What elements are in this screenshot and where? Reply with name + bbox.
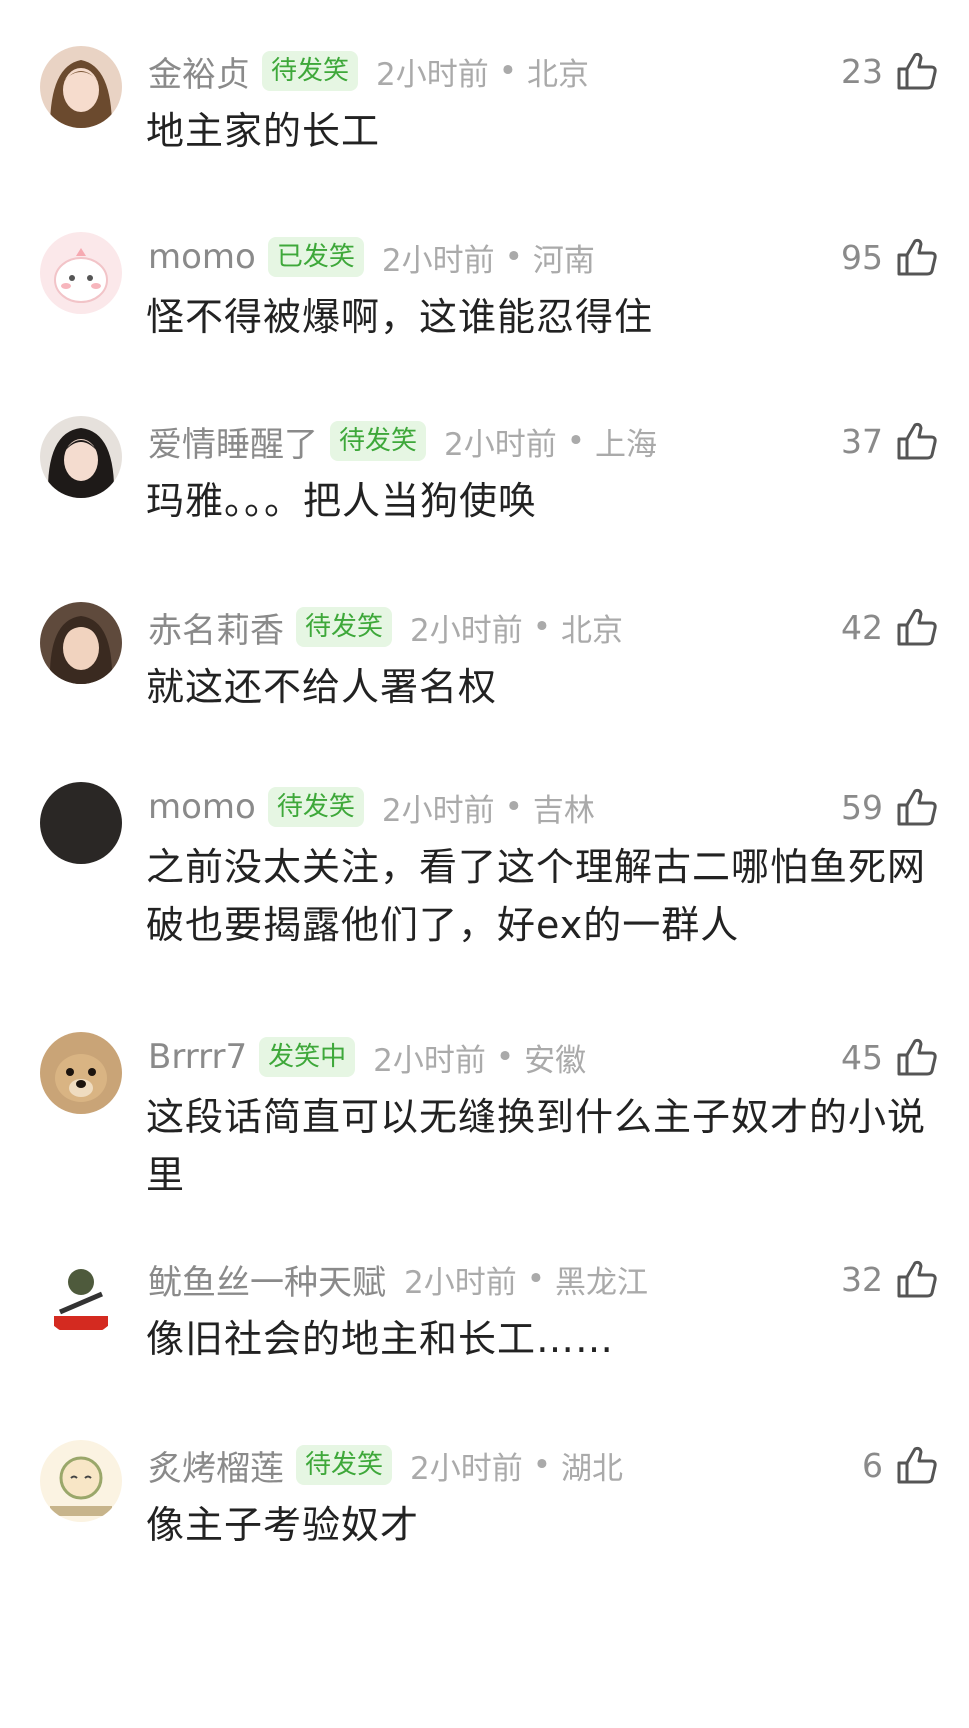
timestamp: 2小时前 bbox=[404, 1264, 517, 1301]
timestamp: 2小时前 bbox=[410, 612, 523, 649]
location: 河南 bbox=[532, 242, 595, 279]
thumbs-up-icon[interactable] bbox=[893, 1442, 939, 1488]
thumbs-up-icon[interactable] bbox=[893, 604, 939, 650]
timestamp: 2小时前 bbox=[381, 792, 495, 829]
username[interactable]: 爱情睡醒了 bbox=[148, 417, 318, 466]
username[interactable]: 赤名莉香 bbox=[148, 603, 284, 652]
separator-dot: • bbox=[504, 239, 523, 275]
like-count: 37 bbox=[841, 421, 883, 461]
like-count: 32 bbox=[841, 1259, 883, 1299]
separator-dot: • bbox=[504, 789, 523, 825]
thumbs-up-icon[interactable] bbox=[893, 1256, 939, 1302]
separator-dot: • bbox=[532, 609, 552, 645]
location: 黑龙江 bbox=[555, 1264, 649, 1301]
separator-dot: • bbox=[495, 1039, 515, 1075]
like-count: 95 bbox=[841, 237, 883, 277]
like-button[interactable]: 42 bbox=[841, 602, 939, 652]
timestamp: 2小时前 bbox=[410, 1450, 523, 1487]
avatar[interactable] bbox=[40, 232, 122, 314]
like-button[interactable]: 37 bbox=[841, 416, 939, 466]
like-count: 59 bbox=[841, 787, 883, 827]
like-button[interactable]: 45 bbox=[841, 1032, 939, 1082]
avatar[interactable] bbox=[40, 1254, 122, 1336]
location: 上海 bbox=[595, 426, 658, 463]
avatar[interactable] bbox=[40, 416, 122, 498]
avatar[interactable] bbox=[40, 1032, 122, 1114]
username[interactable]: Brrrr7 bbox=[148, 1037, 247, 1077]
timestamp: 2小时前 bbox=[376, 56, 489, 93]
comment-text: 地主家的长工 bbox=[146, 109, 381, 153]
status-badge: 待发笑 bbox=[267, 787, 364, 827]
username[interactable]: 金裕贞 bbox=[148, 47, 250, 96]
like-count: 23 bbox=[841, 51, 883, 91]
status-badge: 待发笑 bbox=[296, 1445, 393, 1485]
location: 湖北 bbox=[561, 1450, 624, 1487]
avatar[interactable] bbox=[40, 1440, 122, 1522]
like-button[interactable]: 59 bbox=[841, 782, 939, 832]
location: 吉林 bbox=[532, 792, 595, 829]
comment-text: 怪不得被爆啊，这谁能忍得住 bbox=[146, 295, 654, 339]
like-count: 42 bbox=[841, 607, 883, 647]
status-badge: 待发笑 bbox=[296, 607, 393, 647]
comment-text: 玛雅。。。把人当狗使唤 bbox=[146, 479, 538, 523]
location: 北京 bbox=[527, 56, 590, 93]
separator-dot: • bbox=[532, 1447, 552, 1483]
status-badge: 待发笑 bbox=[262, 51, 359, 91]
thumbs-up-icon[interactable] bbox=[893, 418, 939, 464]
timestamp: 2小时前 bbox=[373, 1042, 486, 1079]
location: 北京 bbox=[561, 612, 624, 649]
status-badge: 发笑中 bbox=[259, 1037, 356, 1077]
comment-text: 像旧社会的地主和长工…… bbox=[146, 1317, 615, 1361]
username[interactable]: momo bbox=[148, 237, 256, 277]
thumbs-up-icon[interactable] bbox=[893, 234, 939, 280]
avatar[interactable] bbox=[40, 46, 122, 128]
username[interactable]: 鱿鱼丝一种天赋 bbox=[148, 1255, 386, 1304]
username[interactable]: 炙烤榴莲 bbox=[148, 1441, 284, 1490]
avatar[interactable] bbox=[40, 782, 122, 864]
thumbs-up-icon[interactable] bbox=[893, 48, 939, 94]
separator-dot: • bbox=[526, 1261, 546, 1297]
timestamp: 2小时前 bbox=[381, 242, 495, 279]
avatar[interactable] bbox=[40, 602, 122, 684]
like-count: 6 bbox=[862, 1445, 883, 1485]
status-badge: 已发笑 bbox=[267, 237, 364, 277]
comment-text: 这段话简直可以无缝换到什么主子奴才的小说里 bbox=[146, 1095, 927, 1197]
username[interactable]: momo bbox=[148, 787, 256, 827]
separator-dot: • bbox=[566, 423, 586, 459]
like-count: 45 bbox=[841, 1037, 883, 1077]
thumbs-up-icon[interactable] bbox=[893, 1034, 939, 1080]
separator-dot: • bbox=[498, 53, 518, 89]
like-button[interactable]: 6 bbox=[862, 1440, 939, 1490]
like-button[interactable]: 23 bbox=[841, 46, 939, 96]
location: 安徽 bbox=[524, 1042, 587, 1079]
like-button[interactable]: 32 bbox=[841, 1254, 939, 1304]
comment-text: 之前没太关注，看了这个理解古二哪怕鱼死网破也要揭露他们了，好ex的一群人 bbox=[146, 845, 927, 947]
timestamp: 2小时前 bbox=[444, 426, 557, 463]
thumbs-up-icon[interactable] bbox=[893, 784, 939, 830]
comment-text: 就这还不给人署名权 bbox=[146, 665, 498, 709]
like-button[interactable]: 95 bbox=[841, 232, 939, 282]
comment-text: 像主子考验奴才 bbox=[146, 1503, 420, 1547]
status-badge: 待发笑 bbox=[330, 421, 427, 461]
